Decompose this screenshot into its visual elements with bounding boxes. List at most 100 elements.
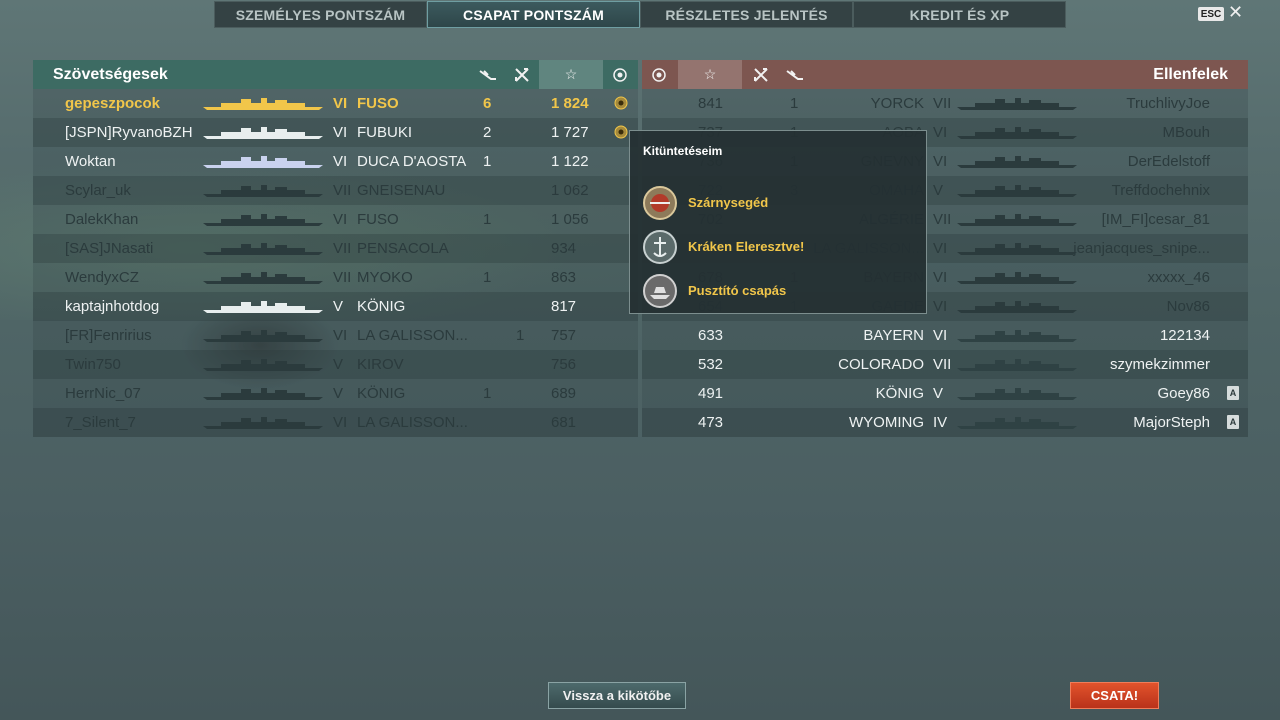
planes-destroyed: 1 bbox=[483, 211, 492, 228]
ship-tier: VI bbox=[333, 414, 348, 431]
ally-row[interactable]: [JSPN]RyvanoBZH VI FUBUKI 2 1 727 bbox=[33, 118, 638, 147]
division-badge: A bbox=[1227, 415, 1239, 429]
ship-name: FUBUKI bbox=[357, 124, 413, 141]
score: 689 bbox=[551, 385, 577, 402]
ship-tier: V bbox=[933, 385, 944, 402]
ships-destroyed: 1 bbox=[516, 327, 525, 344]
allies-panel: Szövetségesek ☆ gepeszpocok VI FUSO 6 1 824 [… bbox=[33, 60, 638, 437]
player-name: Treffdochehnix bbox=[1111, 182, 1210, 199]
ally-row[interactable]: Twin750 V KIROV 756 bbox=[33, 350, 638, 379]
ship-name: GNEISENAU bbox=[357, 182, 446, 199]
ship-tier: VI bbox=[333, 95, 348, 112]
ally-row[interactable]: DalekKhan VI FUSO 1 1 056 bbox=[33, 205, 638, 234]
wingman-medal-icon bbox=[643, 186, 677, 220]
tab-bar: SZEMÉLYES PONTSZÁM CSAPAT PONTSZÁM RÉSZLET… bbox=[214, 1, 1066, 28]
planes-destroyed-column-icon[interactable] bbox=[780, 60, 810, 89]
achievements-tooltip: Kitüntetéseim Szárnysegéd Kráken Eleresz… bbox=[629, 130, 927, 314]
ship-name: LA GALISSON... bbox=[357, 414, 468, 431]
enemies-header: ☆ Ellenfelek bbox=[642, 60, 1248, 89]
ally-row[interactable]: HerrNic_07 V KÖNIG 1 689 bbox=[33, 379, 638, 408]
ships-destroyed-column-icon[interactable] bbox=[507, 60, 537, 89]
achievement-name: Pusztító csapás bbox=[688, 283, 787, 298]
player-name: WendyxCZ bbox=[65, 269, 139, 286]
player-name: Woktan bbox=[65, 153, 116, 170]
ally-row[interactable]: 7_Silent_7 VI LA GALISSON... 681 bbox=[33, 408, 638, 437]
enemy-row[interactable]: 532 COLORADO VII szymekzimmer bbox=[642, 350, 1248, 379]
ship-name: WYOMING bbox=[849, 414, 924, 431]
player-name: [JSPN]RyvanoBZH bbox=[65, 124, 193, 141]
ship-name: KIROV bbox=[357, 356, 404, 373]
ally-row[interactable]: [SAS]JNasati VII PENSACOLA 934 bbox=[33, 234, 638, 263]
ship-tier: VI bbox=[333, 124, 348, 141]
close-icon[interactable]: ✕ bbox=[1228, 3, 1243, 21]
planes-destroyed-column-icon[interactable] bbox=[473, 60, 503, 89]
player-name: 122134 bbox=[1159, 327, 1210, 344]
enemy-row[interactable]: 841 1 YORCK VII TruchlivyJoe bbox=[642, 89, 1248, 118]
ally-row[interactable]: Woktan VI DUCA D'AOSTA 1 1 122 bbox=[33, 147, 638, 176]
score-column-icon[interactable]: ☆ bbox=[539, 60, 603, 89]
enemy-row[interactable]: 633 BAYERN VI 122134 bbox=[642, 321, 1248, 350]
ship-tier: VI bbox=[333, 211, 348, 228]
medal-icon[interactable] bbox=[614, 125, 628, 143]
player-name: DerEdelstoff bbox=[1127, 153, 1210, 170]
score: 681 bbox=[551, 414, 577, 431]
tab-3[interactable]: KREDIT ÉS XP bbox=[853, 1, 1066, 28]
score: 817 bbox=[551, 298, 577, 315]
ship-tier: VII bbox=[333, 182, 352, 199]
player-name: MBouh bbox=[1162, 124, 1210, 141]
medal-icon[interactable] bbox=[614, 96, 628, 114]
enemy-row[interactable]: 491 KÖNIG V Goey86 A bbox=[642, 379, 1248, 408]
battle-button[interactable]: CSATA! bbox=[1070, 682, 1159, 709]
ship-silhouette-icon bbox=[203, 127, 323, 139]
achievement-item: Szárnysegéd bbox=[642, 185, 912, 221]
ship-name: KÖNIG bbox=[357, 298, 406, 315]
ship-tier: VI bbox=[333, 153, 348, 170]
kraken-medal-icon bbox=[643, 230, 677, 264]
ally-row[interactable]: WendyxCZ VII MYOKO 1 863 bbox=[33, 263, 638, 292]
planes-destroyed: 2 bbox=[483, 124, 492, 141]
ship-silhouette-icon bbox=[203, 359, 323, 371]
ship-name: FUSO bbox=[357, 211, 399, 228]
medals-column-icon[interactable] bbox=[644, 60, 674, 89]
ally-row[interactable]: kaptajnhotdog V KÖNIG 817 bbox=[33, 292, 638, 321]
ally-row[interactable]: [FR]Fenririus VI LA GALISSON... 1 757 bbox=[33, 321, 638, 350]
ship-tier: VII bbox=[333, 240, 352, 257]
score: 757 bbox=[551, 327, 577, 344]
ship-name: KÖNIG bbox=[875, 385, 924, 402]
ship-tier: V bbox=[333, 298, 344, 315]
ship-tier: VI bbox=[933, 269, 948, 286]
allies-title: Szövetségesek bbox=[53, 66, 168, 83]
tab-1[interactable]: CSAPAT PONTSZÁM bbox=[427, 1, 640, 28]
player-name: 7_Silent_7 bbox=[65, 414, 136, 431]
player-name: szymekzimmer bbox=[1110, 356, 1210, 373]
ally-row[interactable]: Scylar_uk VII GNEISENAU 1 062 bbox=[33, 176, 638, 205]
ship-tier: IV bbox=[933, 414, 948, 431]
back-to-port-button[interactable]: Vissza a kikötőbe bbox=[548, 682, 686, 709]
achievement-item: Kráken Eleresztve! bbox=[642, 229, 912, 265]
ship-tier: V bbox=[933, 182, 944, 199]
player-name: [SAS]JNasati bbox=[65, 240, 154, 257]
ship-silhouette-icon bbox=[957, 301, 1077, 313]
ship-name: MYOKO bbox=[357, 269, 413, 286]
enemy-row[interactable]: 473 WYOMING IV MajorSteph A bbox=[642, 408, 1248, 437]
ship-silhouette-icon bbox=[203, 98, 323, 110]
medals-column-icon[interactable] bbox=[605, 60, 635, 89]
ship-name: BAYERN bbox=[863, 327, 924, 344]
score: 1 727 bbox=[551, 124, 589, 141]
player-name: [IM_FI]cesar_81 bbox=[1101, 211, 1210, 228]
score: 532 bbox=[698, 356, 724, 373]
ship-silhouette-icon bbox=[203, 214, 323, 226]
ship-silhouette-icon bbox=[957, 127, 1077, 139]
score: 756 bbox=[551, 356, 577, 373]
ally-row[interactable]: gepeszpocok VI FUSO 6 1 824 bbox=[33, 89, 638, 118]
planes-destroyed: 1 bbox=[483, 269, 492, 286]
tab-2[interactable]: RÉSZLETES JELENTÉS bbox=[640, 1, 853, 28]
score-column-icon[interactable]: ☆ bbox=[678, 60, 742, 89]
ship-silhouette-icon bbox=[203, 243, 323, 255]
ship-tier: VII bbox=[933, 211, 952, 228]
achievement-name: Kráken Eleresztve! bbox=[688, 239, 805, 254]
tab-0[interactable]: SZEMÉLYES PONTSZÁM bbox=[214, 1, 427, 28]
planes-destroyed: 1 bbox=[483, 385, 492, 402]
ship-tier: VI bbox=[333, 327, 348, 344]
ships-destroyed-column-icon[interactable] bbox=[746, 60, 776, 89]
